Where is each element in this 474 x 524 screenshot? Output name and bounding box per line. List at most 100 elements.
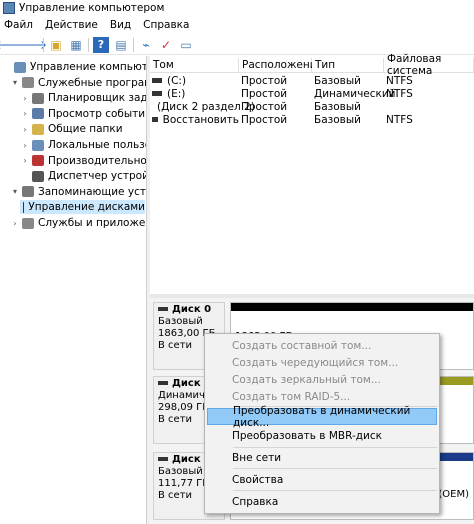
computer-management-icon — [14, 61, 26, 73]
table-cell: (E:) — [152, 87, 239, 100]
tree-item-label: Диспетчер устройств — [48, 170, 146, 183]
tree-item[interactable]: › Планировщик заданий — [20, 91, 146, 105]
check-icon[interactable]: ✓ — [158, 37, 174, 53]
column-header[interactable]: Файловая система — [384, 53, 474, 77]
table-cell: NTFS — [386, 74, 474, 87]
event-viewer-icon — [32, 108, 44, 120]
tree-item[interactable]: Управление дисками — [20, 200, 145, 215]
table-cell-text: Простой — [241, 87, 288, 100]
services-icon — [22, 217, 34, 229]
tree-item[interactable]: › Производительность — [20, 154, 146, 168]
navigation-tree: Управление компьютером (л ▾ Служебные прог… — [0, 56, 147, 524]
chevron-down-icon[interactable]: ▾ — [10, 187, 20, 196]
table-row[interactable]: Восстановить Простой Базовый NTFS — [150, 113, 474, 126]
column-header[interactable]: Расположение — [239, 58, 323, 73]
device-manager-icon — [32, 170, 44, 182]
table-cell-text: Динамический — [314, 87, 396, 100]
tree-item-label: Службы и приложения — [38, 217, 146, 229]
tree-item[interactable]: › Общие папки — [20, 122, 122, 136]
performance-icon — [32, 155, 44, 167]
menu-action[interactable]: Действие — [45, 19, 98, 31]
chevron-right-icon[interactable]: › — [20, 156, 30, 165]
tree-item-label: Управление дисками — [28, 201, 145, 214]
table-row[interactable]: (E:) Простой Динамический NTFS — [150, 87, 474, 100]
menu-view[interactable]: Вид — [110, 19, 131, 31]
volume-table: Том Расположение Тип Файловая система (C:) Пр… — [150, 53, 474, 294]
connect-icon[interactable]: ⌁ — [138, 37, 154, 53]
column-header[interactable]: Тип — [312, 58, 384, 73]
tree-item-label: Локальные пользоват — [48, 139, 146, 151]
tree-item-label: Служебные программы — [38, 76, 146, 89]
table-cell-text: Базовый — [314, 74, 361, 87]
table-cell: Базовый — [314, 100, 384, 113]
menu-separator — [233, 468, 437, 469]
context-menu-item[interactable]: Преобразовать в MBR-диск — [207, 427, 437, 444]
tree-item[interactable]: Управление компьютером (л — [2, 60, 146, 74]
show-hide-tree-icon[interactable]: ▦ — [68, 37, 84, 53]
forward-arrow-icon[interactable]: 🡒 — [15, 37, 47, 53]
window-title: Управление компьютером — [19, 2, 165, 14]
volume-icon — [152, 117, 158, 122]
table-row[interactable]: (C:) Простой Базовый NTFS — [150, 74, 474, 87]
tree-item[interactable]: Диспетчер устройств — [20, 169, 146, 183]
menu-help[interactable]: Справка — [143, 19, 189, 31]
tree-item[interactable]: ▾ Запоминающие устройст — [10, 185, 146, 199]
toolbar-separator — [133, 37, 134, 52]
chevron-right-icon[interactable]: › — [20, 141, 30, 150]
context-menu-item: Создать чередующийся том... — [232, 356, 399, 369]
table-cell: Простой — [241, 87, 312, 100]
table-cell: Простой — [241, 113, 312, 126]
title-bar: Управление компьютером — [0, 0, 474, 16]
disk-0-type: Базовый — [158, 315, 203, 327]
table-cell-text: Базовый — [314, 113, 361, 126]
table-cell-text: NTFS — [386, 113, 413, 126]
context-menu-item[interactable]: Вне сети — [207, 449, 437, 466]
tree-item-label: Управление компьютером (л — [30, 61, 146, 73]
context-menu-item[interactable]: Свойства — [207, 471, 437, 488]
help-icon[interactable]: ? — [93, 36, 109, 53]
context-menu-item: Создать зеркальный том... — [232, 373, 381, 386]
tree-item[interactable]: › Просмотр событий — [20, 107, 147, 121]
storage-icon — [22, 186, 34, 198]
table-cell: NTFS — [386, 113, 474, 126]
users-icon — [32, 139, 44, 151]
shared-folders-icon — [32, 123, 44, 135]
table-cell-text: Базовый — [314, 100, 361, 113]
table-row[interactable]: (Диск 2 раздел 2) Простой Базовый — [150, 100, 474, 113]
disk-management-icon — [23, 201, 25, 213]
toolbar-separator — [43, 37, 44, 52]
disk-icon — [158, 307, 168, 311]
context-menu-item[interactable]: Справка — [207, 493, 437, 510]
chevron-right-icon[interactable]: › — [20, 94, 30, 103]
tree-item[interactable]: › Локальные пользоват — [20, 138, 146, 152]
properties-icon[interactable]: ▤ — [113, 37, 129, 53]
context-menu-item[interactable]: Преобразовать в динамический диск... — [207, 405, 437, 429]
export-icon[interactable]: ▭ — [178, 37, 194, 53]
chevron-right-icon[interactable]: › — [10, 219, 20, 228]
table-cell-text: Простой — [241, 113, 288, 126]
chevron-down-icon[interactable]: ▾ — [10, 78, 20, 87]
volume-icon — [152, 91, 162, 96]
context-menu-item: Создать том RAID-5... — [232, 390, 351, 403]
column-header[interactable]: Том — [150, 58, 239, 73]
up-folder-icon[interactable]: ▣ — [48, 37, 64, 53]
menu-separator — [233, 447, 437, 448]
tree-item-label: Просмотр событий — [48, 107, 147, 120]
chevron-right-icon[interactable]: › — [20, 125, 30, 134]
tree-item[interactable]: › Службы и приложения — [10, 216, 146, 230]
table-cell: (Диск 2 раздел 2) — [152, 100, 255, 113]
tree-item-label: Запоминающие устройст — [38, 185, 146, 198]
computer-management-icon — [3, 2, 15, 14]
volume-icon — [152, 78, 162, 83]
table-cell: Простой — [241, 74, 312, 87]
tree-item[interactable]: ▾ Служебные программы — [10, 76, 146, 90]
chevron-right-icon[interactable]: › — [20, 109, 30, 118]
tools-icon — [22, 77, 34, 89]
table-cell: Базовый — [314, 113, 384, 126]
menu-file[interactable]: Файл — [4, 19, 33, 31]
context-menu-item: Создать составной том... — [232, 339, 372, 352]
toolbar-separator — [88, 37, 89, 52]
menu-bar: Файл Действие Вид Справка — [0, 16, 474, 34]
table-cell: Базовый — [314, 74, 384, 87]
toolbar: 🡐 🡒 ▣ ▦ ? ▤ ⌁ ✓ ▭ — [0, 35, 474, 55]
